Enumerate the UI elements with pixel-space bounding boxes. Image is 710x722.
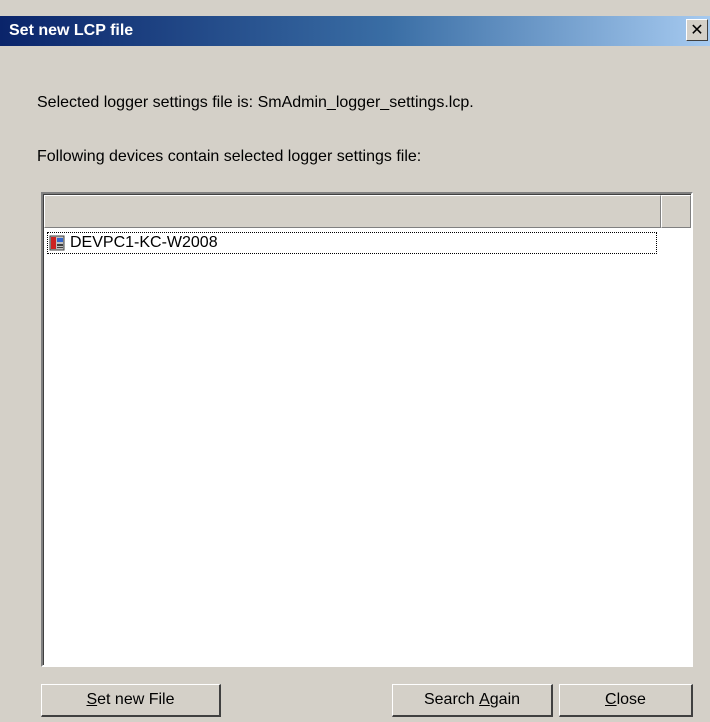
- set-new-lcp-file-dialog: Set new LCP file ✕ Selected logger setti…: [0, 0, 710, 722]
- close-mnemonic: C: [605, 691, 617, 708]
- device-list[interactable]: DEVPC1-KC-W2008: [41, 192, 693, 667]
- close-button[interactable]: Close: [559, 684, 693, 717]
- list-column-header-filler[interactable]: [661, 195, 691, 228]
- computer-device-icon: [49, 235, 65, 251]
- search-again-button[interactable]: Search Again: [392, 684, 553, 717]
- list-header: [44, 195, 691, 228]
- close-icon: ✕: [690, 20, 704, 39]
- search-again-mnemonic: A: [479, 691, 490, 708]
- close-label: lose: [616, 691, 646, 708]
- device-name: DEVPC1-KC-W2008: [70, 234, 218, 251]
- devices-list-caption: Following devices contain selected logge…: [37, 148, 422, 165]
- set-new-file-label: et new File: [97, 691, 175, 708]
- search-again-label-rest: gain: [489, 691, 521, 708]
- title-bar[interactable]: Set new LCP file ✕: [0, 16, 710, 46]
- selected-file-message: Selected logger settings file is: SmAdmi…: [37, 94, 474, 111]
- title-close-button[interactable]: ✕: [686, 19, 708, 41]
- set-new-file-mnemonic: S: [86, 691, 98, 708]
- search-again-label-pre: Search: [423, 691, 480, 708]
- set-new-file-button[interactable]: Set new File: [41, 684, 221, 717]
- window-title: Set new LCP file: [9, 22, 134, 39]
- list-item[interactable]: DEVPC1-KC-W2008: [47, 232, 657, 254]
- device-list-frame: DEVPC1-KC-W2008: [43, 194, 691, 665]
- list-column-header-device[interactable]: [44, 195, 661, 228]
